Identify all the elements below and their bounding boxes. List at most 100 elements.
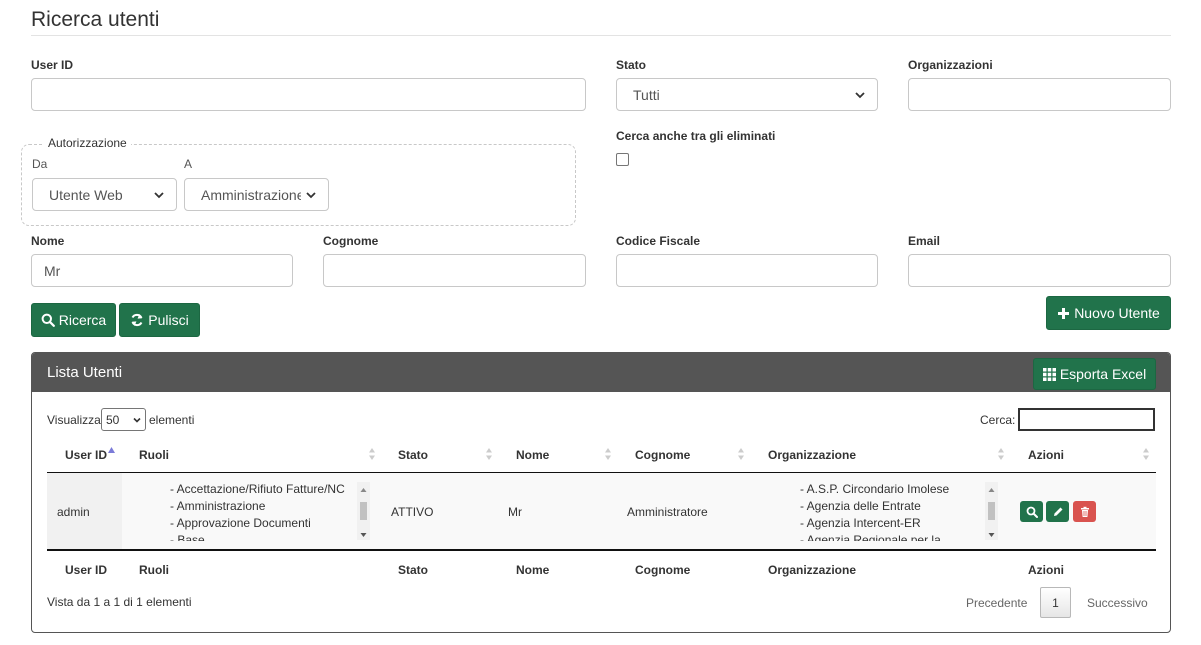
th-user-id[interactable]: User ID — [65, 448, 107, 462]
pagination-previous[interactable]: Precedente — [966, 596, 1027, 610]
show-entries-select[interactable]: 50 — [101, 408, 146, 431]
th-organizzazione[interactable]: Organizzazione — [768, 448, 856, 462]
view-user-button[interactable] — [1020, 501, 1043, 522]
email-label: Email — [908, 234, 941, 248]
stato-label: Stato — [616, 58, 646, 72]
tf-organizzazione: Organizzazione — [768, 563, 857, 577]
organizzazione-item: - Agenzia Intercent-ER — [800, 516, 921, 530]
table-info: Vista da 1 a 1 di 1 elementi — [47, 595, 192, 609]
organizzazione-item: - Agenzia Regionale per la — [800, 533, 941, 541]
cell-stato: ATTIVO — [391, 505, 434, 519]
pulisci-button-label: Pulisci — [148, 312, 189, 328]
ruoli-scroll-thumb[interactable] — [360, 502, 367, 520]
cell-user-id: admin — [57, 505, 90, 519]
show-entries-prefix: Visualizza — [47, 413, 101, 427]
trash-icon — [1080, 506, 1089, 517]
ruoli-scrollbar[interactable] — [357, 482, 370, 540]
panel-header — [32, 353, 1170, 392]
th-nome[interactable]: Nome — [516, 448, 549, 462]
email-input[interactable] — [908, 254, 1171, 287]
sort-icon — [1143, 448, 1149, 460]
tf-azioni: Azioni — [1028, 563, 1064, 577]
cell-organizzazione-list[interactable]: - A.S.P. Circondario Imolese - Agenzia d… — [800, 481, 982, 541]
organizzazione-item: - Agenzia delle Entrate — [800, 499, 921, 513]
show-entries-value: 50 — [106, 412, 120, 427]
scroll-down-icon — [988, 533, 995, 537]
table-search-input[interactable] — [1018, 408, 1155, 431]
ruolo-item: - Base — [170, 533, 205, 541]
pulisci-button[interactable]: Pulisci — [119, 303, 200, 337]
ricerca-button-label: Ricerca — [58, 312, 107, 328]
autorizzazione-a-label: A — [184, 157, 193, 171]
grid-icon — [1042, 367, 1056, 381]
stato-select[interactable]: Tutti — [616, 78, 878, 111]
sort-asc-icon — [108, 447, 115, 453]
sort-icon — [486, 448, 492, 460]
autorizzazione-a-value: Amministrazione — [201, 186, 301, 203]
refresh-icon — [131, 313, 143, 327]
esporta-excel-button[interactable]: Esporta Excel — [1033, 358, 1156, 390]
cell-ruoli-list[interactable]: - Accettazione/Rifiuto Fatture/NC - Ammi… — [170, 481, 372, 541]
cognome-input[interactable] — [323, 254, 586, 287]
cell-cognome: Amministratore — [627, 505, 708, 519]
organizzazione-scrollbar[interactable] — [985, 482, 998, 540]
page-title: Ricerca utenti — [31, 8, 160, 31]
panel-title: Lista Utenti — [47, 364, 123, 381]
ruolo-item: - Accettazione/Rifiuto Fatture/NC — [170, 482, 345, 496]
lista-utenti-panel: Lista Utenti Esporta Excel Visualizza 50… — [31, 352, 1171, 633]
user-id-label: User ID — [31, 58, 74, 72]
autorizzazione-da-label: Da — [32, 157, 48, 171]
chevron-down-icon — [133, 417, 141, 423]
scroll-up-icon — [360, 488, 367, 492]
cerca-eliminati-checkbox[interactable] — [616, 153, 629, 166]
sort-icon — [738, 448, 744, 460]
autorizzazione-da-value: Utente Web — [49, 186, 123, 203]
organizzazioni-label: Organizzazioni — [908, 58, 993, 72]
tf-cognome: Cognome — [635, 563, 691, 577]
pencil-icon — [1053, 507, 1062, 516]
codice-fiscale-input[interactable] — [616, 254, 878, 287]
scroll-up-icon — [988, 488, 995, 492]
organizzazioni-input[interactable] — [908, 78, 1171, 111]
th-azioni[interactable]: Azioni — [1028, 448, 1064, 462]
chevron-down-icon — [855, 91, 865, 98]
search-icon — [41, 313, 55, 327]
search-icon — [1026, 506, 1038, 518]
esporta-excel-button-label: Esporta Excel — [1059, 366, 1147, 382]
tf-nome: Nome — [516, 563, 550, 577]
tf-stato: Stato — [398, 563, 428, 577]
ricerca-button[interactable]: Ricerca — [31, 303, 116, 337]
nuovo-utente-button[interactable]: Nuovo Utente — [1046, 296, 1171, 330]
nome-label: Nome — [31, 234, 65, 248]
sort-icon — [369, 448, 375, 460]
show-entries-suffix: elementi — [149, 413, 195, 427]
autorizzazione-da-select[interactable]: Utente Web — [32, 178, 177, 211]
organizzazione-item: - A.S.P. Circondario Imolese — [800, 482, 950, 496]
sort-icon — [605, 448, 611, 460]
chevron-down-icon — [154, 191, 164, 198]
scroll-down-icon — [360, 533, 367, 537]
edit-user-button[interactable] — [1046, 501, 1069, 522]
stato-select-value: Tutti — [633, 86, 660, 103]
cognome-label: Cognome — [323, 234, 379, 248]
table-search-label: Cerca: — [980, 413, 1016, 427]
cerca-eliminati-label: Cerca anche tra gli eliminati — [616, 129, 776, 143]
tf-user-id: User ID — [65, 563, 108, 577]
organizzazione-scroll-thumb[interactable] — [988, 502, 995, 520]
th-cognome[interactable]: Cognome — [635, 448, 690, 462]
user-id-input[interactable] — [31, 78, 586, 111]
table-footer-rule — [47, 549, 1156, 551]
th-stato[interactable]: Stato — [398, 448, 428, 462]
th-ruoli[interactable]: Ruoli — [139, 448, 169, 462]
delete-user-button[interactable] — [1073, 501, 1096, 522]
autorizzazione-a-select[interactable]: Amministrazione — [184, 178, 329, 211]
pagination-page-current[interactable]: 1 — [1040, 587, 1071, 618]
chevron-down-icon — [306, 191, 316, 198]
nome-input[interactable]: Mr — [31, 254, 293, 287]
nuovo-utente-button-label: Nuovo Utente — [1074, 305, 1160, 321]
codice-fiscale-label: Codice Fiscale — [616, 234, 701, 248]
ruolo-item: - Amministrazione — [170, 499, 266, 513]
autorizzazione-legend: Autorizzazione — [44, 136, 131, 150]
title-divider — [31, 35, 1171, 36]
pagination-next[interactable]: Successivo — [1087, 596, 1148, 610]
